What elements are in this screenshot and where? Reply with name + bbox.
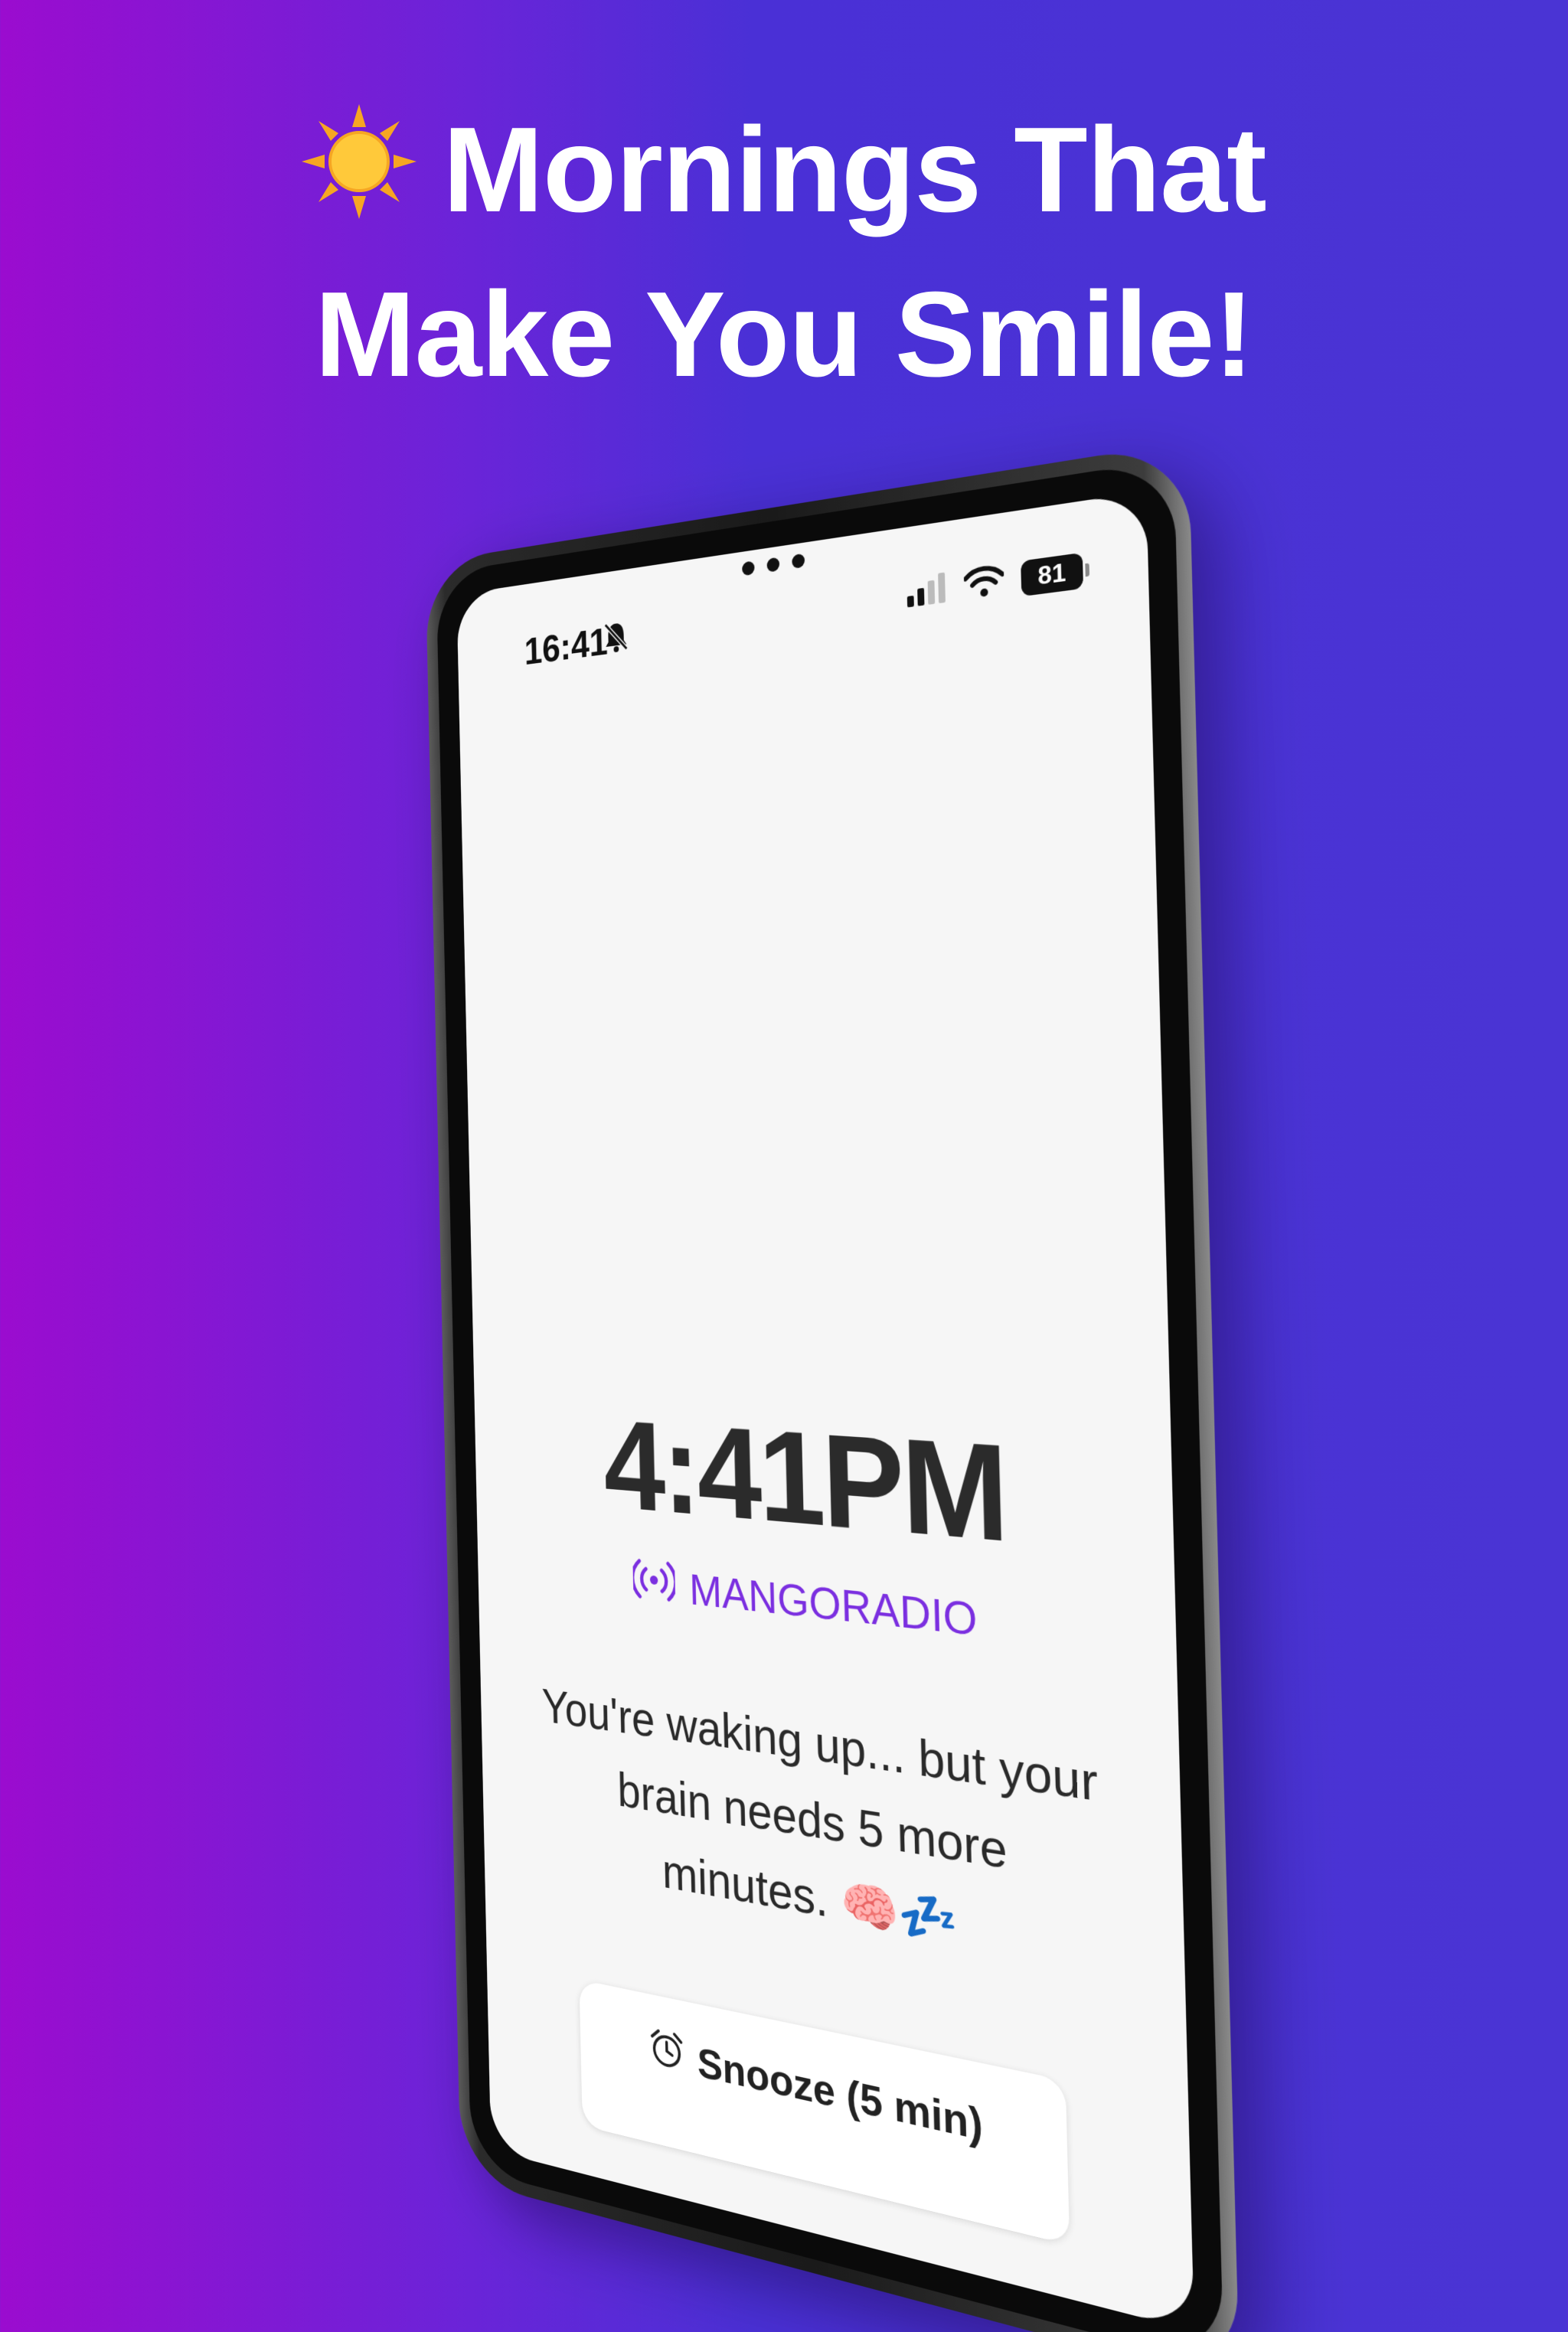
cellular-signal-icon — [906, 570, 948, 611]
battery-indicator: 81 — [1021, 552, 1083, 596]
wifi-icon — [964, 563, 1004, 604]
alarm-clock-icon — [649, 2027, 684, 2082]
bell-slash-icon — [603, 619, 629, 658]
tablet-device: 16:41 — [425, 441, 1240, 2332]
station-name: MANGORADIO — [689, 1564, 978, 1647]
status-time: 16:41 — [524, 619, 608, 674]
snooze-button[interactable]: Snooze (5 min) — [579, 1979, 1070, 2245]
tablet-screen: 16:41 — [456, 492, 1194, 2331]
broadcast-icon — [632, 1556, 675, 1615]
front-camera — [742, 554, 805, 576]
device-scene: 16:41 — [0, 0, 1568, 2092]
status-indicators: 81 — [906, 552, 1083, 612]
snooze-label: Snooze (5 min) — [697, 2036, 983, 2151]
tablet-bezel: 16:41 — [436, 459, 1224, 2332]
wake-message: You're waking up... but your brain needs… — [541, 1669, 1103, 1989]
